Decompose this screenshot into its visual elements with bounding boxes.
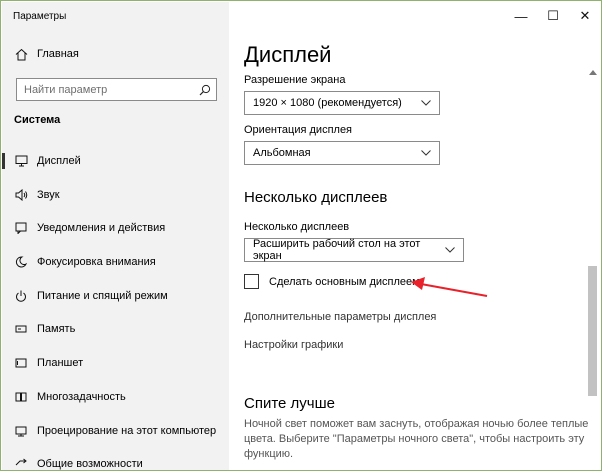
sidebar-item-label: Звук [37, 189, 60, 201]
multi-display-value: Расширить рабочий стол на этот экран [253, 238, 421, 262]
sidebar-item-shared[interactable]: Общие возможности [2, 449, 229, 470]
sidebar: Параметры Главная Найти параметр Система… [2, 2, 229, 470]
resolution-value: 1920 × 1080 (рекомендуется) [253, 97, 402, 109]
sidebar-item-multitasking[interactable]: Многозадачность [2, 382, 229, 412]
chevron-down-icon [421, 148, 431, 158]
night-light-heading: Спите лучше [244, 395, 335, 412]
sidebar-item-label: Проецирование на этот компьютер [37, 425, 217, 437]
sidebar-item-sound[interactable]: Звук [2, 180, 229, 210]
main-display-checkbox[interactable] [244, 274, 259, 289]
main-display-checkbox-row[interactable]: Сделать основным дисплеем [244, 274, 420, 289]
search-box[interactable]: Найти параметр [16, 78, 217, 101]
multitasking-icon [14, 390, 28, 404]
monitor-icon [14, 154, 28, 168]
resolution-label: Разрешение экрана [244, 74, 346, 86]
graphics-settings-link[interactable]: Настройки графики [244, 339, 343, 351]
sidebar-item-power[interactable]: Питание и спящий режим [2, 281, 229, 311]
active-indicator [2, 153, 5, 169]
sidebar-item-label: Общие возможности [37, 458, 143, 470]
close-button[interactable]: ✕ [570, 2, 600, 30]
sidebar-item-label: Дисплей [37, 155, 81, 167]
sidebar-item-label: Планшет [37, 357, 84, 369]
advanced-display-link[interactable]: Дополнительные параметры дисплея [244, 311, 436, 323]
sidebar-item-projection[interactable]: Проецирование на этот компьютер [2, 416, 229, 446]
settings-window: Параметры Главная Найти параметр Система… [0, 0, 602, 471]
multi-display-dropdown[interactable]: Расширить рабочий стол на этот экран [244, 238, 464, 262]
orientation-value: Альбомная [253, 147, 311, 159]
tablet-icon [14, 356, 28, 370]
page-title: Дисплей [244, 42, 332, 67]
section-title: Система [14, 114, 61, 126]
scrollbar-thumb[interactable] [588, 266, 597, 396]
moon-icon [14, 255, 28, 269]
sidebar-item-tablet[interactable]: Планшет [2, 348, 229, 378]
notification-icon [14, 221, 28, 235]
sidebar-item-display[interactable]: Дисплей [2, 146, 229, 176]
chevron-down-icon [421, 98, 431, 108]
sidebar-item-label: Питание и спящий режим [37, 290, 168, 302]
search-icon[interactable] [194, 79, 216, 100]
maximize-button[interactable]: ☐ [538, 2, 568, 30]
scroll-up-icon[interactable] [587, 65, 599, 79]
search-input[interactable]: Найти параметр [24, 84, 194, 96]
minimize-button[interactable]: — [506, 2, 536, 30]
multi-display-heading: Несколько дисплеев [244, 189, 388, 206]
sidebar-item-storage[interactable]: Память [2, 314, 229, 344]
sidebar-item-label: Уведомления и действия [37, 222, 166, 234]
sidebar-item-notifications[interactable]: Уведомления и действия [2, 213, 229, 243]
power-icon [14, 289, 28, 303]
sidebar-item-home[interactable]: Главная [2, 39, 229, 69]
storage-icon [14, 322, 28, 336]
window-title: Параметры [13, 11, 67, 22]
home-icon [14, 47, 28, 61]
sidebar-item-label: Главная [37, 48, 79, 60]
sidebar-item-label: Память [37, 323, 76, 335]
sidebar-item-label: Фокусировка внимания [37, 256, 156, 268]
orientation-dropdown[interactable]: Альбомная [244, 141, 440, 165]
chevron-down-icon [445, 245, 455, 255]
projection-icon [14, 424, 28, 438]
resolution-dropdown[interactable]: 1920 × 1080 (рекомендуется) [244, 91, 440, 115]
shared-icon [14, 457, 28, 470]
speaker-icon [14, 188, 28, 202]
night-light-description: Ночной свет поможет вам заснуть, отображ… [244, 418, 589, 460]
sidebar-item-focus[interactable]: Фокусировка внимания [2, 247, 229, 277]
main-display-checkbox-label: Сделать основным дисплеем [269, 275, 420, 288]
multi-display-label: Несколько дисплеев [244, 221, 350, 233]
orientation-label: Ориентация дисплея [244, 124, 353, 136]
main-content: — ☐ ✕ Дисплей Разрешение экрана 1920 × 1… [229, 2, 601, 470]
sidebar-item-label: Многозадачность [37, 391, 126, 403]
